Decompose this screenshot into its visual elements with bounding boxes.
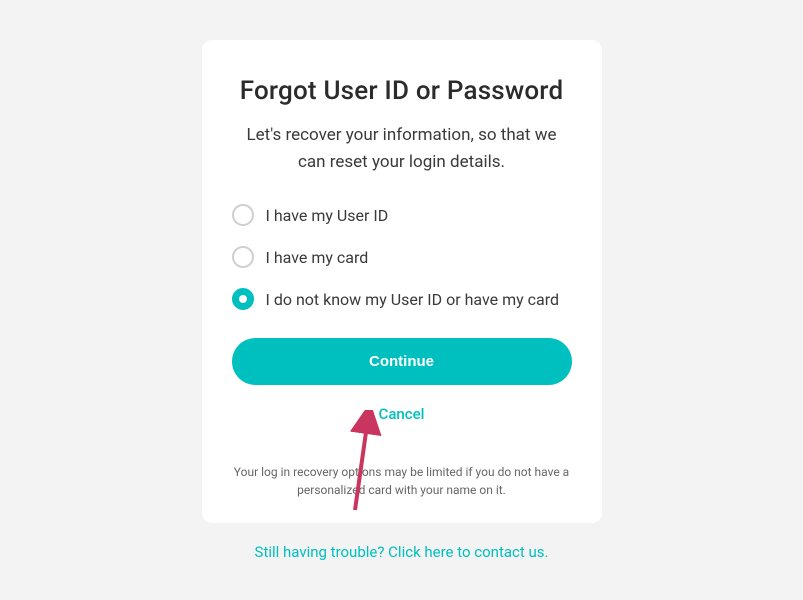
- continue-button[interactable]: Continue: [232, 338, 572, 385]
- recovery-options: I have my User ID I have my card I do no…: [222, 204, 582, 310]
- radio-icon: [232, 288, 254, 310]
- page-subtitle: Let's recover your information, so that …: [222, 122, 582, 176]
- option-label: I have my card: [266, 248, 369, 267]
- radio-icon: [232, 246, 254, 268]
- radio-icon: [232, 204, 254, 226]
- cancel-link[interactable]: Cancel: [222, 405, 582, 423]
- contact-us-link[interactable]: Still having trouble? Click here to cont…: [0, 543, 803, 561]
- option-label: I do not know my User ID or have my card: [266, 290, 560, 309]
- option-label: I have my User ID: [266, 206, 389, 225]
- option-have-user-id[interactable]: I have my User ID: [232, 204, 572, 226]
- page-title: Forgot User ID or Password: [222, 76, 582, 106]
- option-no-id-no-card[interactable]: I do not know my User ID or have my card: [232, 288, 572, 310]
- recovery-note: Your log in recovery options may be limi…: [222, 463, 582, 499]
- option-have-card[interactable]: I have my card: [232, 246, 572, 268]
- recovery-card: Forgot User ID or Password Let's recover…: [202, 40, 602, 523]
